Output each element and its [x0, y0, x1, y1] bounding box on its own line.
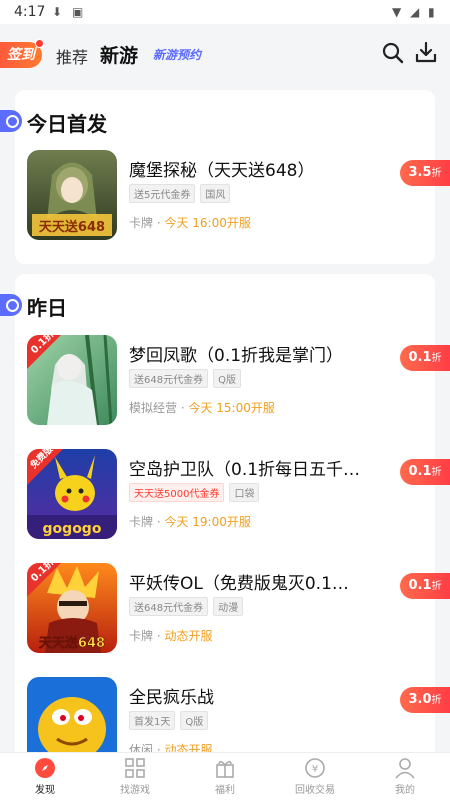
- discount-badge: 3.5折: [400, 160, 450, 186]
- discount-value: 0.1: [408, 578, 432, 593]
- section-today-launch: 今日首发 天天送648 魔堡探秘（天天送648） 送5元代金券 国风 卡牌 · …: [0, 90, 450, 264]
- game-item[interactable]: 天天送648 魔堡探秘（天天送648） 送5元代金券 国风 卡牌 · 今天 16…: [27, 150, 450, 242]
- game-tag: 送5元代金券: [129, 184, 196, 203]
- clock-icon: [0, 294, 22, 316]
- game-item[interactable]: 免费版 gogogo 空岛护卫队（0.1折每日五千… 天天送5000代金券 口袋…: [27, 449, 450, 541]
- tab-label: 回收交易: [295, 785, 335, 796]
- thumb-text: 天天送648: [39, 635, 105, 651]
- discount-unit: 折: [431, 168, 442, 179]
- launch-time: 今天 15:00开服: [188, 401, 275, 415]
- game-thumbnail[interactable]: 0.1折 天天送648: [27, 563, 117, 653]
- game-name: 空岛护卫队（0.1折每日五千…: [129, 460, 361, 480]
- tab-label: 福利: [215, 785, 235, 796]
- game-tag: 送648元代金券: [129, 597, 209, 616]
- game-thumbnail[interactable]: 天天送648: [27, 150, 117, 240]
- game-item[interactable]: 0.1折 天天送648 平妖传OL（免费版鬼灭0.1折） 送648元代金券 动漫…: [27, 563, 450, 655]
- game-category: 卡牌: [129, 629, 154, 643]
- tab-recommend[interactable]: 推荐: [56, 44, 88, 68]
- tab-mine[interactable]: 我的: [375, 757, 435, 796]
- tab-recycle-trade[interactable]: ¥ 回收交易: [285, 757, 345, 796]
- launch-time: 动态开服: [164, 629, 213, 643]
- game-tag: Q版: [213, 369, 241, 388]
- game-category: 卡牌: [129, 216, 154, 230]
- signin-button[interactable]: 签到: [0, 39, 44, 68]
- game-tag: 天天送5000代金券: [129, 483, 225, 502]
- thumb-text: 天天送648: [39, 219, 105, 235]
- discount-value: 3.0: [408, 692, 432, 707]
- status-bar: 4:17 ⬇ ▣ ▼ ◢ ▮: [0, 0, 450, 24]
- discount-badge: 0.1折: [400, 459, 450, 485]
- game-meta: 模拟经营 · 今天 15:00开服: [129, 401, 275, 415]
- game-tag: 口袋: [229, 483, 260, 502]
- section-title: 今日首发: [27, 112, 107, 136]
- discount-badge: 0.1折: [400, 573, 450, 599]
- signal-icon: ◢: [410, 5, 420, 19]
- game-tag: 动漫: [213, 597, 244, 616]
- user-icon: [395, 758, 415, 779]
- discount-unit: 折: [431, 695, 442, 706]
- game-category: 卡牌: [129, 515, 154, 529]
- discount-badge: 0.1折: [400, 345, 450, 371]
- game-thumbnail[interactable]: 0.1折: [27, 335, 117, 425]
- game-name: 平妖传OL（免费版鬼灭0.1折）: [129, 574, 364, 594]
- download-status-icon: ⬇: [52, 5, 63, 19]
- discount-unit: 折: [431, 353, 442, 364]
- bottom-tab-bar: 发现 找游戏 福利 ¥ 回收交易 我的: [0, 752, 450, 801]
- clock-icon: [0, 110, 22, 132]
- launch-time: 今天 16:00开服: [164, 216, 251, 230]
- game-meta: 卡牌 · 今天 16:00开服: [129, 216, 251, 230]
- compass-icon: [35, 758, 55, 778]
- game-name: 魔堡探秘（天天送648）: [129, 161, 315, 181]
- game-meta: 卡牌 · 今天 19:00开服: [129, 515, 251, 529]
- launch-time: 今天 19:00开服: [164, 515, 251, 529]
- discount-badge: 3.0折: [400, 687, 450, 713]
- tab-new-game-reservation[interactable]: 新游预约: [153, 46, 201, 63]
- game-tag: Q版: [180, 711, 209, 730]
- tab-find-games[interactable]: 找游戏: [105, 757, 165, 796]
- discount-unit: 折: [431, 581, 442, 592]
- tab-label: 我的: [395, 785, 415, 796]
- grid-icon: [125, 758, 145, 778]
- top-header: 签到 推荐 新游 新游预约: [0, 24, 450, 88]
- tab-label: 找游戏: [120, 785, 150, 796]
- tab-new-games[interactable]: 新游: [100, 41, 138, 68]
- game-meta: 卡牌 · 动态开服: [129, 629, 213, 643]
- thumb-text: gogogo: [43, 521, 102, 537]
- game-tag: 首发1天: [129, 711, 176, 730]
- gift-icon: [216, 760, 234, 778]
- exchange-icon: ¥: [305, 758, 325, 778]
- status-time: 4:17: [14, 4, 46, 20]
- section-yesterday: 昨日 0.1折 梦回凤歌（0.1折我是掌门） 送648元代金券 Q版 模拟经营 …: [0, 274, 450, 774]
- battery-icon: ▮: [428, 5, 435, 19]
- discount-value: 3.5: [408, 165, 432, 180]
- game-item[interactable]: 0.1折 梦回凤歌（0.1折我是掌门） 送648元代金券 Q版 模拟经营 · 今…: [27, 335, 450, 427]
- tab-label: 发现: [35, 785, 55, 796]
- section-title: 昨日: [27, 296, 67, 320]
- game-tag: 送648元代金券: [129, 369, 209, 388]
- download-icon[interactable]: [413, 40, 439, 66]
- game-thumbnail[interactable]: 免费版 gogogo: [27, 449, 117, 539]
- game-category: 模拟经营: [129, 401, 178, 415]
- svg-text:¥: ¥: [312, 764, 318, 775]
- notification-dot: [35, 39, 44, 48]
- discount-value: 0.1: [408, 350, 432, 365]
- signin-label: 签到: [7, 47, 35, 63]
- app-status-icon: ▣: [72, 5, 84, 19]
- game-name: 全民疯乐战: [129, 688, 214, 708]
- wifi-icon: ▼: [392, 5, 402, 19]
- search-icon[interactable]: [380, 40, 406, 66]
- game-tag: 国风: [200, 184, 231, 203]
- discount-value: 0.1: [408, 464, 432, 479]
- tab-discover[interactable]: 发现: [15, 757, 75, 796]
- tab-welfare[interactable]: 福利: [195, 757, 255, 796]
- discount-unit: 折: [431, 467, 442, 478]
- game-name: 梦回凤歌（0.1折我是掌门）: [129, 346, 344, 366]
